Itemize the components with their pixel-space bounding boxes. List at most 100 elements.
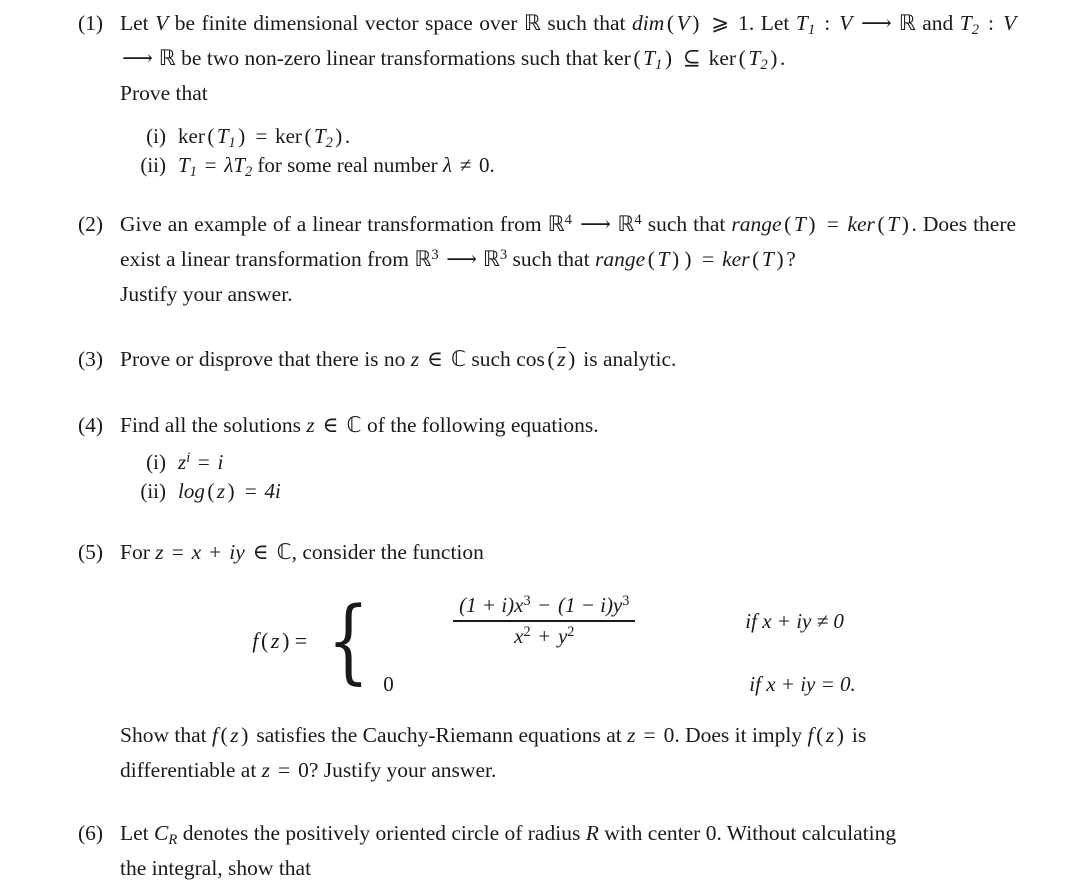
p2-eq-2: = <box>702 247 715 271</box>
p4-of-the: of the following equations. <box>366 413 599 437</box>
p1-R-1: ℝ <box>523 11 541 35</box>
piecewise-rows: (1 + i)x3 − (1 − i)y3 x2 + y2 if x + iy … <box>379 578 856 704</box>
p1-ii-T1sub: 1 <box>189 163 197 180</box>
p2-lp4: ( <box>752 247 760 271</box>
p1-prove-that: Prove that <box>120 81 208 105</box>
p2-R4-a: ℝ <box>547 212 565 236</box>
p2-R4-b: ℝ <box>617 212 635 236</box>
p2-rp3: ) <box>672 247 680 271</box>
p2-period-1: . <box>911 212 917 236</box>
p4-i-i: i <box>217 450 224 474</box>
p5-z-2: z <box>627 723 636 747</box>
p1-let-2: Let <box>760 11 790 35</box>
p5-eq-3: = <box>278 758 291 782</box>
p1-T2-sub: 2 <box>971 22 979 39</box>
p5-den-plus: + <box>538 623 551 648</box>
p5-zero-2: 0? <box>298 758 319 782</box>
p1-rp-2: ) <box>664 46 673 70</box>
problem-2-justify-line: Justify your answer. <box>120 277 1080 312</box>
p1-i-rp2: ) <box>335 124 343 148</box>
problem-5-number: (5) <box>78 540 104 564</box>
p1-R-2: ℝ <box>898 11 916 35</box>
p1-ii-neq: ≠ <box>459 153 472 177</box>
p1-ker-1: ker <box>603 46 631 70</box>
problem-5-show-text: Show that f(z) satisfies the Cauchy-Riem… <box>120 718 1080 753</box>
p5-is: is <box>851 723 867 747</box>
p4-C: ℂ <box>346 413 362 437</box>
fraction: (1 + i)x3 − (1 − i)y3 x2 + y2 <box>453 593 636 649</box>
p1-ker-2: ker <box>708 46 737 70</box>
p1-dim: dim <box>632 11 665 35</box>
p1-rp-3: ) <box>770 46 778 70</box>
p3-in: ∈ <box>427 347 444 371</box>
p6-denotes: denotes the positively oriented circle o… <box>182 821 581 845</box>
p5-eq-2: = <box>643 723 656 747</box>
p2-R3-a-exp: 3 <box>431 246 439 263</box>
p2-qmark: ? <box>786 247 796 271</box>
p5-consider: , consider the function <box>291 540 484 564</box>
p5-z: z <box>155 540 164 564</box>
p3-prove: Prove or disprove that there is no <box>120 347 406 371</box>
problem-5: (5) For z = x + iy ∈ ℂ, consider the fun… <box>0 535 1080 570</box>
p2-R3-b-exp: 3 <box>499 246 508 263</box>
p1-R-3: ℝ <box>158 46 176 70</box>
p6-R: R <box>585 821 599 845</box>
p3-C: ℂ <box>451 347 467 371</box>
p3-cos: cos <box>516 347 545 371</box>
p4-ii-log: log <box>178 479 205 503</box>
problem-1-number: (1) <box>78 11 104 35</box>
p5-lhs-eq: = <box>294 628 308 653</box>
p2-lp2: ( <box>877 212 885 236</box>
p3-lp: ( <box>547 347 555 371</box>
p1-i-T2: T <box>313 124 326 148</box>
p1-V-4: V <box>1003 11 1017 35</box>
p1-rp-1: ) <box>692 11 700 35</box>
problem-4-subitem-i: (i) zi = i <box>0 448 1080 477</box>
p1-ii-eq: = <box>204 153 217 177</box>
piecewise-case-1-condition: if x + iy ≠ 0 <box>745 608 844 633</box>
p1-geq: ⩾ <box>711 11 730 35</box>
fraction-denominator: x2 + y2 <box>508 622 580 649</box>
p4-in: ∈ <box>322 413 339 437</box>
problem-5-equation: f(z) = { (1 + i)x3 − (1 − i)y3 x2 + y2 i… <box>0 578 1080 704</box>
piecewise-lhs: f(z) = <box>252 628 319 654</box>
p5-plus: + <box>209 540 222 564</box>
p2-range-1: range <box>731 212 782 236</box>
p1-T1: T <box>795 11 808 35</box>
p1-colon-1: : <box>824 11 831 35</box>
p2-lp1: ( <box>784 212 792 236</box>
p4-i-exp: i <box>186 450 191 467</box>
p1-be-finite: be finite dimensional vector space over <box>174 11 518 35</box>
p4-i-eq: = <box>197 450 210 474</box>
problem-4-subitem-ii-label: (ii) <box>140 479 166 503</box>
problem-2-number: (2) <box>78 212 104 236</box>
p2-rp4: ) <box>776 247 784 271</box>
p5-den-y-exp: 2 <box>567 623 575 640</box>
problem-1-subitem-i: (i) ker(T1) = ker(T2). <box>0 122 1080 151</box>
p6-C: C <box>154 821 169 845</box>
problem-4-subitem-i-label: (i) <box>146 450 166 474</box>
p1-i-rp1: ) <box>238 124 246 148</box>
p5-num-minus: − <box>538 593 551 618</box>
p5-in: ∈ <box>252 540 269 564</box>
p1-subseteq: ⊆ <box>682 46 701 70</box>
p3-rp: ) <box>568 347 576 371</box>
p1-V: V <box>155 11 169 35</box>
p2-eq-1: = <box>826 212 839 236</box>
p2-ker-2: ker <box>722 247 750 271</box>
p2-R3-b: ℝ <box>482 247 500 271</box>
p4-ii-eq: = <box>244 479 257 503</box>
piecewise-case-2-value: 0 <box>383 671 394 696</box>
p2-R4-b-exp: 4 <box>634 211 642 228</box>
p5-differentiable: differentiable at <box>120 758 257 782</box>
p1-T1-sub: 1 <box>807 22 816 39</box>
p2-lp3: ( <box>647 247 655 271</box>
p1-be-two: be two non-zero linear transformations s… <box>181 46 598 70</box>
p1-i-ker2: ker <box>275 124 302 148</box>
p1-i-T1sub: 1 <box>228 134 236 151</box>
p1-T2-b: T <box>748 46 761 70</box>
